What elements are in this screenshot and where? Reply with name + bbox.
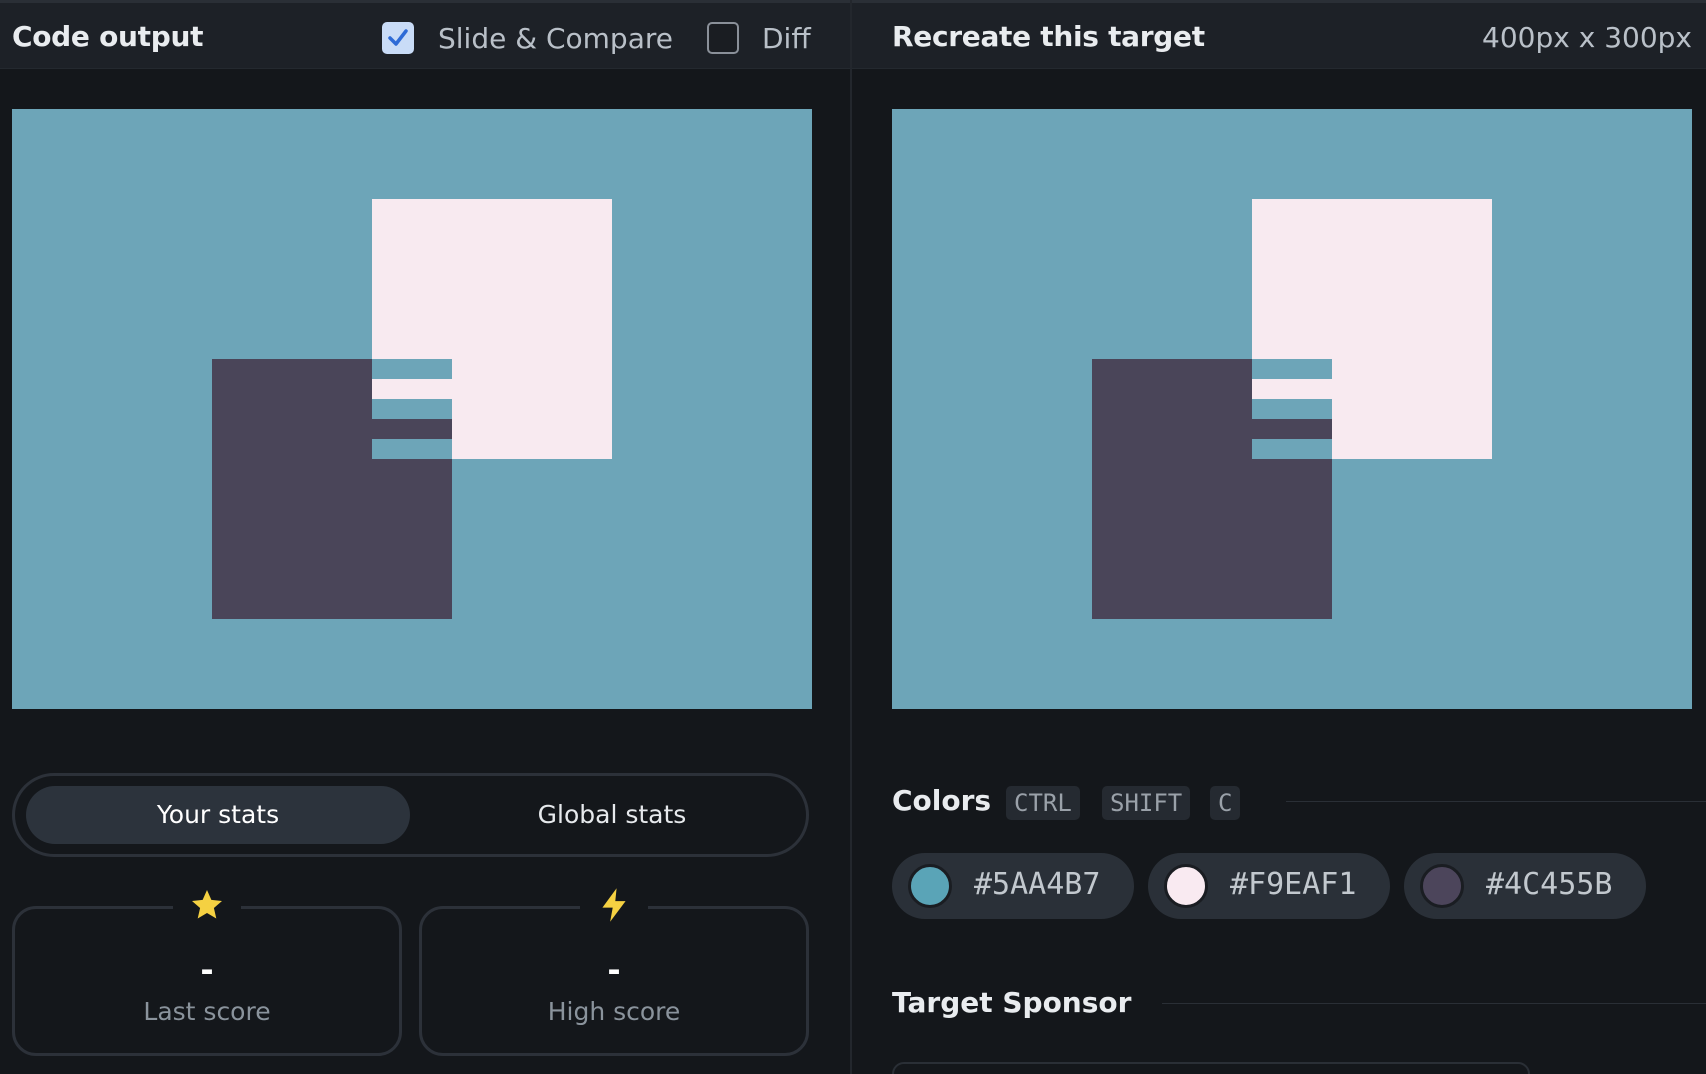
slide-compare-checkbox[interactable] (382, 22, 414, 54)
overlap-stripe-2 (372, 379, 452, 399)
overlap-stripe-4 (372, 419, 452, 439)
color-swatch[interactable]: #F9EAF1 (1148, 853, 1390, 919)
code-output-title: Code output (12, 20, 204, 53)
last-score-value: - (200, 951, 214, 989)
overlap-stripe-3 (372, 399, 452, 419)
color-swatch[interactable]: #4C455B (1404, 853, 1646, 919)
overlap-stripe-1 (372, 359, 452, 379)
target-title: Recreate this target (892, 20, 1205, 53)
target-stripe-3 (1252, 399, 1332, 419)
color-dot (1164, 864, 1208, 908)
target-stripe-1 (1252, 359, 1332, 379)
global-stats-tab[interactable]: Global stats (427, 786, 797, 844)
shortcut-key-shift: SHIFT (1102, 786, 1191, 820)
target-size-label: 400px x 300px (1482, 21, 1692, 54)
code-output-panel: Code output Slide & Compare Diff Your st… (0, 0, 850, 1074)
your-stats-tab[interactable]: Your stats (26, 786, 410, 844)
colors-heading: Colors (892, 784, 992, 817)
target-stripe-5 (1252, 439, 1332, 459)
target-sponsor-heading: Target Sponsor (892, 986, 1132, 1019)
color-dot (908, 864, 952, 908)
color-hex: #F9EAF1 (1230, 867, 1357, 902)
color-swatch[interactable]: #5AA4B7 (892, 853, 1134, 919)
star-icon (173, 887, 241, 927)
target-panel: Recreate this target 400px x 300px Color… (852, 0, 1706, 1074)
slide-compare-label[interactable]: Slide & Compare (438, 22, 673, 55)
last-score-card: - Last score (12, 887, 402, 1056)
sponsor-divider (1162, 1003, 1706, 1004)
color-dot (1420, 864, 1464, 908)
code-output-header: Code output Slide & Compare Diff (0, 0, 850, 69)
target-stripe-4 (1252, 419, 1332, 439)
overlap-stripe-5 (372, 439, 452, 459)
shortcut-key-ctrl: CTRL (1006, 786, 1080, 820)
target-stripe-2 (1252, 379, 1332, 399)
stats-toggle: Your stats Global stats (12, 773, 809, 857)
colors-divider (1286, 801, 1706, 802)
last-score-label: Last score (143, 997, 271, 1026)
color-hex: #5AA4B7 (974, 867, 1101, 902)
target-header: Recreate this target 400px x 300px (852, 0, 1706, 69)
diff-checkbox[interactable] (707, 22, 739, 54)
target-canvas (892, 109, 1692, 709)
high-score-card: - High score (419, 887, 809, 1056)
shortcut-key-c: C (1210, 786, 1241, 820)
sponsor-box[interactable] (892, 1062, 1530, 1074)
high-score-value: - (607, 951, 621, 989)
code-output-canvas[interactable] (12, 109, 812, 709)
checkmark-icon (388, 29, 408, 46)
lightning-icon (580, 887, 648, 927)
high-score-label: High score (547, 997, 681, 1026)
color-hex: #4C455B (1486, 867, 1613, 902)
diff-label[interactable]: Diff (762, 22, 811, 55)
